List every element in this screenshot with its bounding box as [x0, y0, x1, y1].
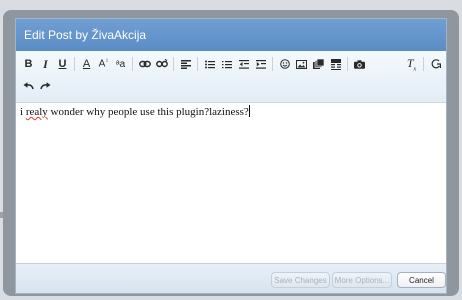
camera-button[interactable] — [351, 55, 368, 73]
toolbar-row-1: B I U A A↕ ᵃa Tx — [20, 53, 444, 75]
bulleted-list-button[interactable] — [201, 55, 218, 73]
camera-icon — [354, 59, 365, 69]
numbered-list-icon — [221, 60, 232, 68]
bulleted-list-icon — [204, 60, 215, 68]
font-size-button[interactable]: A↕ — [95, 55, 112, 73]
remove-format-button[interactable]: Tx — [403, 55, 420, 73]
numbered-list-button[interactable] — [218, 55, 235, 73]
toolbar-separator — [132, 57, 133, 71]
font-family-icon: ᵃa — [115, 58, 126, 70]
cancel-button[interactable]: Cancel — [397, 272, 446, 288]
bold-icon: B — [24, 58, 33, 70]
quote-button[interactable] — [327, 55, 344, 73]
link-icon — [138, 60, 151, 68]
align-button[interactable] — [177, 55, 194, 73]
editor-text-rest: wonder why people use this plugin?lazine… — [47, 106, 249, 118]
redo-button[interactable] — [37, 77, 54, 95]
underline-button[interactable]: U — [54, 55, 71, 73]
more-options-button[interactable]: More Options... — [332, 272, 392, 288]
text-caret — [248, 105, 250, 117]
toolbar-row-2 — [20, 75, 54, 97]
edit-post-dialog: Edit Post by ŽivaAkcija B I U A A↕ ᵃa Tx… — [15, 18, 447, 294]
dialog-footer: Save Changes More Options... Cancel — [16, 263, 446, 293]
edit-post-overlay: Edit Post by ŽivaAkcija B I U A A↕ ᵃa Tx… — [3, 10, 459, 296]
image-icon — [296, 59, 307, 69]
font-size-icon: A↕ — [98, 58, 109, 70]
editor-toolbar: B I U A A↕ ᵃa Tx — [16, 51, 446, 103]
image-button[interactable] — [293, 55, 310, 73]
media-icon — [313, 59, 324, 69]
toolbar-separator — [272, 57, 273, 71]
toolbar-separator — [197, 57, 198, 71]
underline-icon: U — [58, 58, 67, 70]
quote-icon — [330, 58, 341, 70]
smilies-button[interactable] — [276, 55, 293, 73]
dialog-title: Edit Post by ŽivaAkcija — [16, 19, 446, 51]
font-family-button[interactable]: ᵃa — [112, 55, 129, 73]
toolbar-separator — [423, 57, 424, 71]
switch-mode-icon — [431, 58, 441, 68]
toolbar-separator — [173, 57, 174, 71]
smiley-icon — [279, 59, 290, 69]
redo-icon — [40, 82, 51, 90]
indent-icon — [255, 59, 266, 69]
post-editor[interactable]: i realy wonder why people use this plugi… — [16, 103, 446, 263]
remove-format-icon: Tx — [406, 55, 417, 73]
italic-icon: I — [43, 56, 48, 71]
text-color-button[interactable]: A — [78, 55, 95, 73]
italic-button[interactable]: I — [37, 55, 54, 73]
bold-button[interactable]: B — [20, 55, 37, 73]
link-button[interactable] — [136, 55, 153, 73]
outdent-icon — [238, 59, 249, 69]
misspelled-word: realy — [25, 106, 48, 118]
toolbar-separator — [74, 57, 75, 71]
outdent-button[interactable] — [235, 55, 252, 73]
switch-bbcode-button[interactable] — [427, 55, 444, 73]
undo-button[interactable] — [20, 77, 37, 95]
save-changes-button[interactable]: Save Changes — [271, 272, 330, 288]
align-left-icon — [180, 59, 191, 69]
undo-icon — [23, 82, 34, 90]
unlink-icon — [155, 59, 168, 68]
text-color-icon: A — [82, 58, 91, 70]
toolbar-separator — [347, 57, 348, 71]
indent-button[interactable] — [252, 55, 269, 73]
media-button[interactable] — [310, 55, 327, 73]
unlink-button[interactable] — [153, 55, 170, 73]
